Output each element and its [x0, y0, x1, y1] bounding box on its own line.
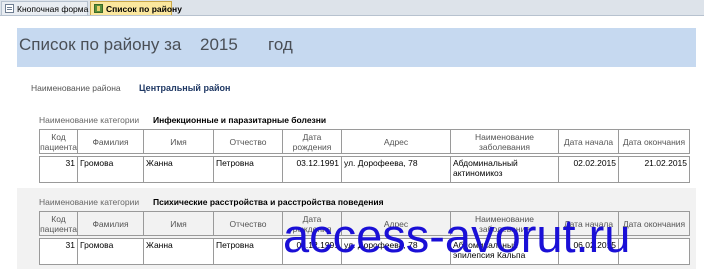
tab-switchboard-form[interactable]: Кнопочная форма: [1, 1, 88, 15]
cell-first-name: Жанна: [143, 238, 214, 265]
site-watermark: access-avorut.ru: [283, 209, 631, 262]
category-section: Наименование категории Инфекционные и па…: [17, 110, 696, 185]
col-header-patronymic: Отчество: [213, 211, 283, 236]
report-title: Список по району за: [19, 35, 182, 54]
report-header: Список по району за 2015 год: [17, 28, 696, 67]
col-header-last-name: Фамилия: [77, 129, 144, 154]
col-header-address: Адрес: [341, 129, 451, 154]
col-header-code: Код пациента: [39, 211, 78, 236]
col-header-first-name: Имя: [143, 211, 214, 236]
report-icon: [94, 4, 103, 13]
document-tab-bar: Кнопочная форма Список по району: [0, 0, 704, 16]
tab-label: Кнопочная форма: [17, 3, 89, 14]
col-header-patronymic: Отчество: [213, 129, 283, 154]
cell-address: ул. Дорофеева, 78: [341, 156, 451, 183]
cell-last-name: Громова: [77, 156, 144, 183]
col-header-birth-date: Дата рождения: [282, 129, 342, 154]
cell-start-date: 02.02.2015: [558, 156, 619, 183]
cell-end-date: 21.02.2015: [618, 156, 690, 183]
col-header-disease: Наименование заболевания: [450, 129, 559, 154]
cell-patronymic: Петровна: [213, 156, 283, 183]
category-caption: Наименование категории: [39, 197, 140, 207]
cell-patronymic: Петровна: [213, 238, 283, 265]
report-year: 2015: [200, 35, 238, 54]
cell-disease: Абдоминальный актиномикоз: [450, 156, 559, 183]
cell-birth-date: 03.12.1991: [282, 156, 342, 183]
col-header-start-date: Дата начала: [558, 129, 619, 154]
tab-label: Список по району: [106, 3, 182, 14]
form-icon: [5, 4, 14, 13]
cell-first-name: Жанна: [143, 156, 214, 183]
col-header-end-date: Дата окончания: [618, 129, 690, 154]
category-caption: Наименование категории: [39, 115, 140, 125]
col-header-code: Код пациента: [39, 129, 78, 154]
col-header-last-name: Фамилия: [77, 211, 144, 236]
cell-code: 31: [39, 238, 78, 265]
district-caption: Наименование района: [31, 83, 121, 93]
cell-code: 31: [39, 156, 78, 183]
category-value: Психические расстройства и расстройства …: [153, 197, 384, 207]
col-header-first-name: Имя: [143, 129, 214, 154]
category-value: Инфекционные и паразитарные болезни: [153, 115, 327, 125]
report-year-suffix: год: [268, 35, 293, 54]
tab-district-report[interactable]: Список по району: [90, 1, 182, 15]
cell-last-name: Громова: [77, 238, 144, 265]
district-value: Центральный район: [139, 83, 231, 93]
